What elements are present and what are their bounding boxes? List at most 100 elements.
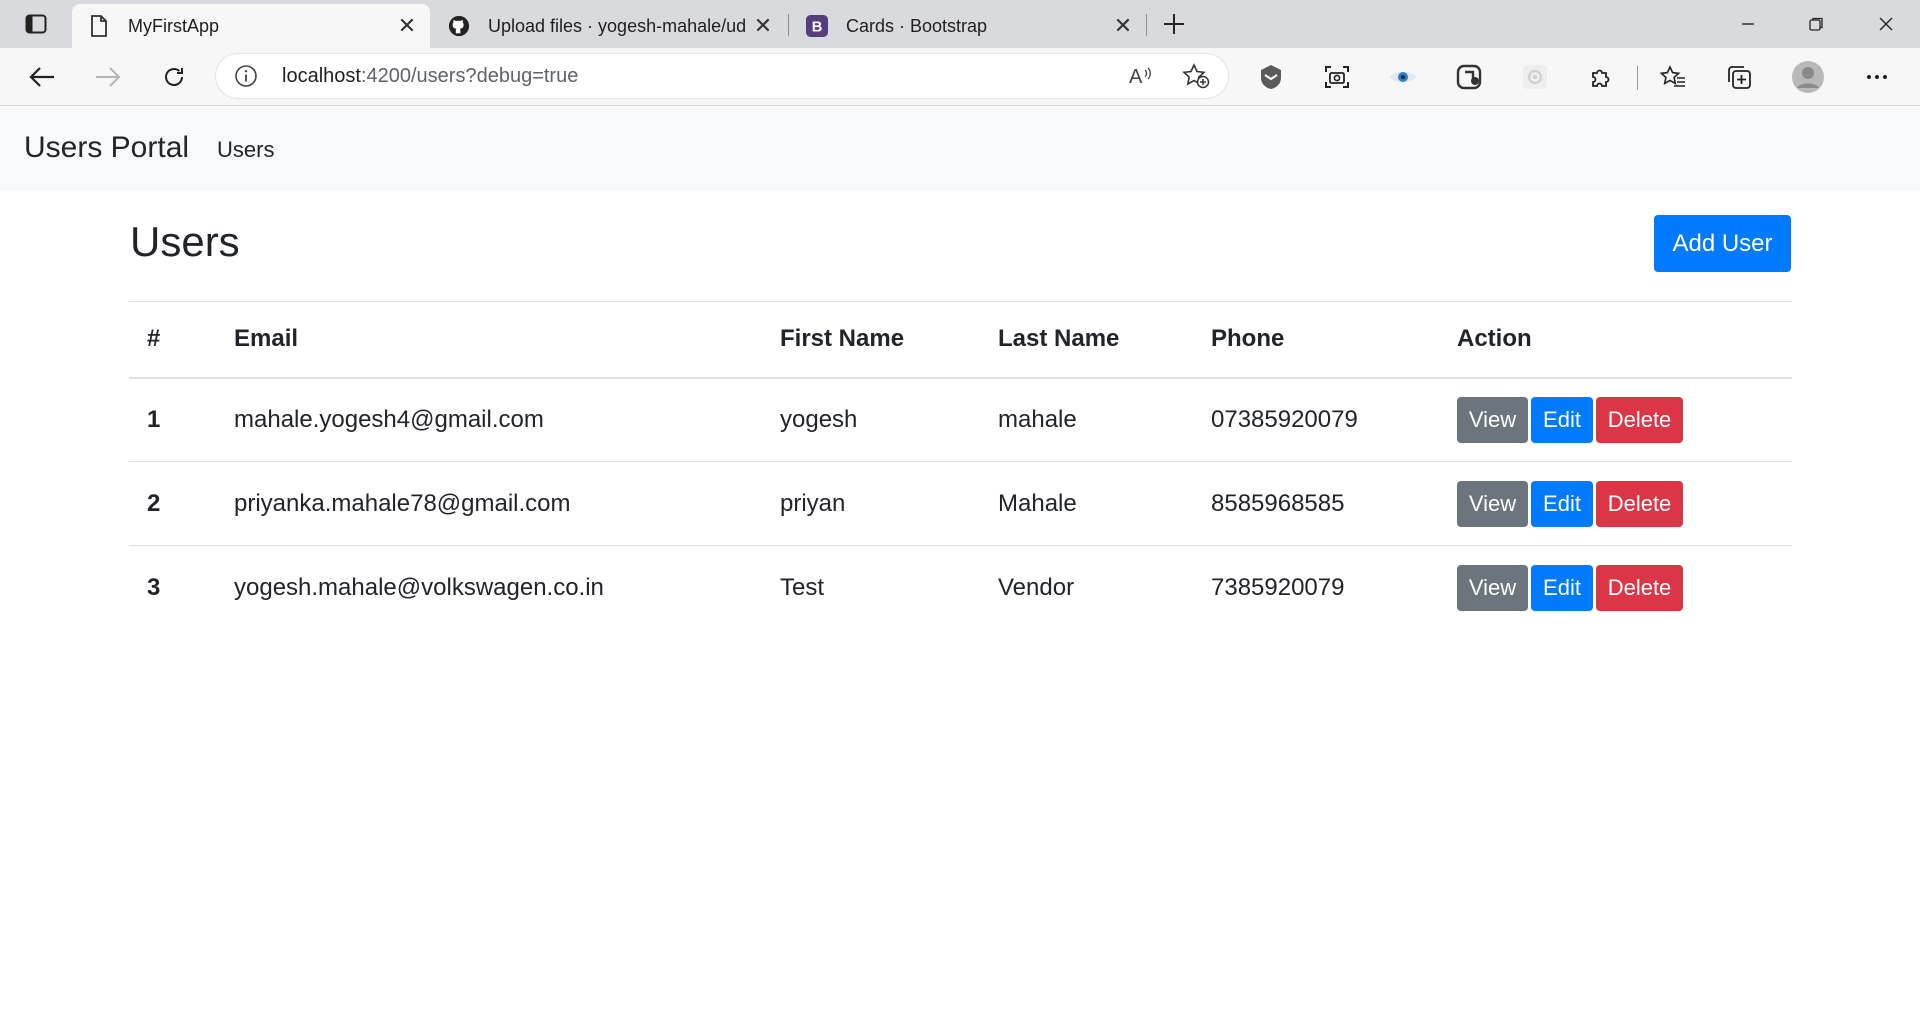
table-header: # Email First Name Last Name Phone Actio… — [129, 301, 1792, 378]
delete-button[interactable]: Delete — [1596, 564, 1683, 611]
header-number: # — [147, 325, 161, 353]
app-navbar: Users Portal Users — [0, 107, 1920, 191]
header-first-name: First Name — [780, 325, 905, 353]
forward-arrow-icon — [96, 67, 121, 87]
close-icon — [1879, 17, 1893, 31]
view-button[interactable]: View — [1457, 480, 1528, 527]
address-bar[interactable]: localhost:4200/users?debug=true A — [216, 54, 1228, 98]
svg-text:A: A — [1129, 66, 1143, 88]
forward-button[interactable] — [88, 58, 128, 96]
url-host: localhost — [282, 65, 361, 87]
page-icon — [88, 15, 110, 37]
delete-button[interactable]: Delete — [1596, 396, 1683, 443]
gear-extension-button[interactable] — [1518, 60, 1552, 94]
restore-button[interactable] — [1792, 4, 1840, 44]
extension-shield-button[interactable] — [1254, 60, 1288, 94]
bootstrap-icon: B — [806, 15, 828, 37]
close-tab-icon[interactable]: ✕ — [392, 11, 422, 41]
view-button[interactable]: View — [1457, 396, 1528, 443]
url-path: :4200/users?debug=true — [360, 65, 579, 87]
cell-email: priyanka.mahale78@gmail.com — [234, 489, 571, 517]
edit-button[interactable]: Edit — [1531, 396, 1593, 443]
close-tab-icon[interactable]: ✕ — [748, 11, 778, 41]
cell-last-name: Mahale — [998, 489, 1077, 517]
tab-title: MyFirstApp — [128, 15, 220, 36]
close-window-button[interactable] — [1862, 4, 1910, 44]
tab-separator — [788, 14, 789, 36]
delete-button[interactable]: Delete — [1596, 480, 1683, 527]
edit-button[interactable]: Edit — [1531, 480, 1593, 527]
favorites-button[interactable] — [1656, 60, 1690, 94]
read-aloud-icon[interactable]: A — [1128, 64, 1154, 88]
tab-title: Upload files · yogesh-mahale/ud — [488, 15, 747, 36]
header-action: Action — [1457, 325, 1532, 353]
plus-icon — [1164, 14, 1184, 34]
table-body: 1 mahale.yogesh4@gmail.com yogesh mahale… — [129, 378, 1792, 630]
row-number: 1 — [147, 405, 161, 433]
cell-first-name: priyan — [780, 489, 846, 517]
page-title: Users — [130, 218, 240, 265]
table-header-row: # Email First Name Last Name Phone Actio… — [129, 301, 1792, 378]
settings-menu-button[interactable] — [1860, 60, 1894, 94]
table-row: 3 yogesh.mahale@volkswagen.co.in Test Ve… — [129, 546, 1792, 630]
refresh-icon — [165, 68, 183, 86]
browser-tab-strip: MyFirstApp ✕ Upload files · yogesh-mahal… — [0, 0, 1920, 48]
cell-first-name: Test — [780, 573, 825, 601]
close-tab-icon[interactable]: ✕ — [1108, 11, 1138, 41]
row-number: 2 — [147, 489, 161, 517]
header-last-name: Last Name — [998, 325, 1120, 353]
edit-button[interactable]: Edit — [1531, 564, 1593, 611]
row-number: 3 — [147, 573, 161, 601]
camera-capture-icon — [1325, 66, 1349, 88]
restore-icon — [1809, 17, 1823, 31]
add-favorite-icon[interactable] — [1182, 63, 1210, 89]
refresh-button[interactable] — [154, 58, 194, 96]
nav-link-users[interactable]: Users — [217, 137, 274, 163]
cell-first-name: yogesh — [780, 405, 858, 433]
media-extension-icon — [1456, 64, 1482, 90]
minimize-button[interactable] — [1724, 4, 1772, 44]
table-row: 1 mahale.yogesh4@gmail.com yogesh mahale… — [129, 378, 1792, 462]
site-info-icon[interactable] — [234, 64, 258, 88]
minimize-icon — [1742, 23, 1754, 25]
tab-actions-icon — [25, 14, 47, 34]
tab-actions-menu-button[interactable] — [18, 11, 54, 37]
tab-github-upload[interactable]: Upload files · yogesh-mahale/ud ✕ — [432, 4, 786, 48]
tab-title: Cards · Bootstrap — [846, 15, 988, 36]
users-table: # Email First Name Last Name Phone Actio… — [129, 301, 1792, 630]
cell-phone: 07385920079 — [1211, 405, 1358, 433]
tab-separator — [1146, 14, 1147, 36]
favorites-list-icon — [1660, 65, 1685, 87]
new-tab-button[interactable] — [1158, 8, 1190, 40]
cell-actions: View Edit Delete — [1439, 546, 1792, 630]
header-phone: Phone — [1211, 325, 1285, 353]
collections-button[interactable] — [1722, 60, 1756, 94]
tab-myfirstapp[interactable]: MyFirstApp ✕ — [72, 4, 430, 48]
screenshot-extension-button[interactable] — [1320, 60, 1354, 94]
eye-icon — [1390, 71, 1416, 83]
eye-extension-button[interactable] — [1386, 60, 1420, 94]
header-email: Email — [234, 325, 299, 353]
github-icon — [448, 15, 470, 37]
view-button[interactable]: View — [1457, 564, 1528, 611]
url-text: localhost:4200/users?debug=true — [282, 65, 578, 88]
svg-text:B: B — [812, 20, 823, 36]
back-button[interactable] — [22, 58, 62, 96]
tab-cards-bootstrap[interactable]: B Cards · Bootstrap ✕ — [790, 4, 1146, 48]
shield-extension-icon — [1261, 65, 1281, 89]
cell-phone: 8585968585 — [1211, 489, 1345, 517]
back-arrow-icon — [29, 67, 54, 87]
avatar-icon — [1792, 61, 1824, 93]
puzzle-icon — [1592, 69, 1610, 87]
browser-toolbar: localhost:4200/users?debug=true A — [0, 48, 1920, 106]
more-options-icon — [1867, 75, 1887, 79]
extensions-button[interactable] — [1584, 60, 1618, 94]
cell-actions: View Edit Delete — [1439, 462, 1792, 546]
media-extension-button[interactable] — [1452, 60, 1486, 94]
profile-button[interactable] — [1791, 60, 1825, 94]
navbar-brand[interactable]: Users Portal — [24, 131, 189, 165]
add-user-button[interactable]: Add User — [1654, 215, 1791, 272]
collections-icon — [1728, 66, 1751, 89]
cell-last-name: mahale — [998, 405, 1077, 433]
toolbar-divider — [1637, 66, 1638, 90]
